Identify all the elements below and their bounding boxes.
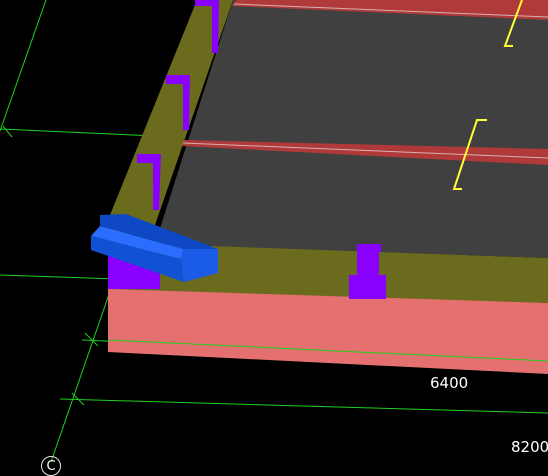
model-viewport[interactable] — [0, 0, 548, 473]
dimension-label-6400: 6400 — [430, 374, 469, 392]
axis-label: C — [46, 459, 56, 474]
dimension-label-8200: 8200 — [511, 438, 548, 456]
axis-bubble[interactable]: C — [41, 456, 61, 476]
